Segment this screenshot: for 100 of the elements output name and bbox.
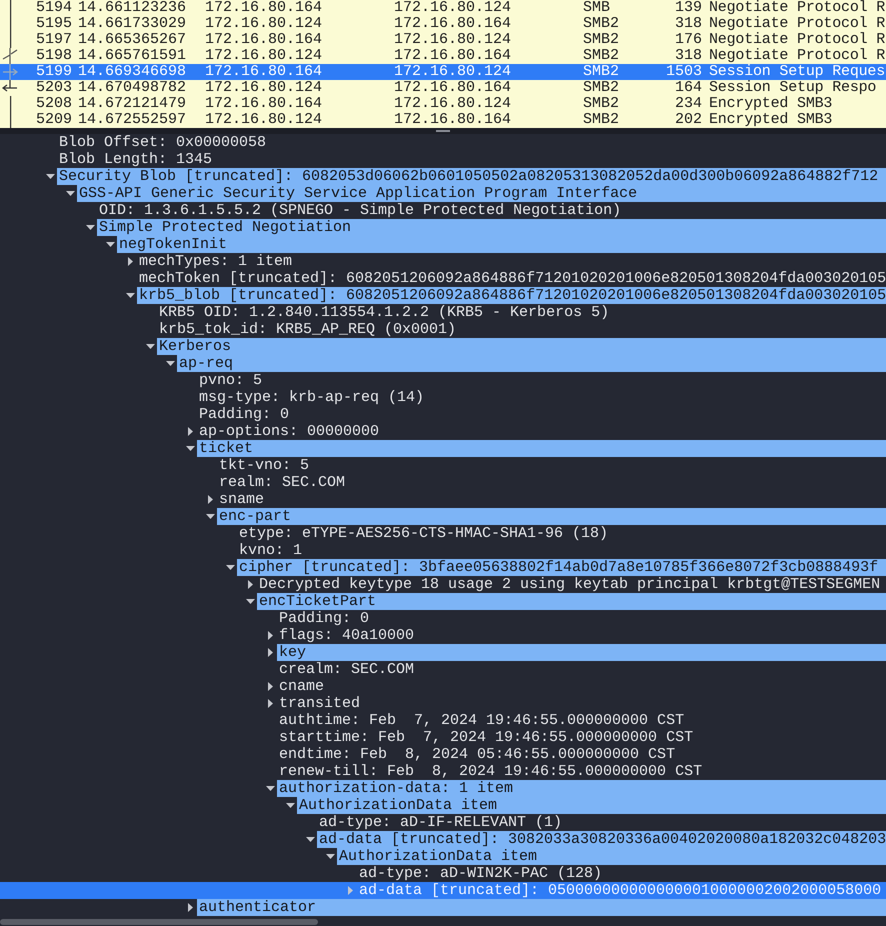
packet-no-cell-text: 5198 xyxy=(34,48,72,64)
tree-item[interactable]: Security Blob [truncated]: 6082053d06062b0601050502a08205313082052da00d300b06092a864882f712 xyxy=(57,168,886,185)
tick-icon xyxy=(2,48,18,64)
down-triangle-icon[interactable] xyxy=(246,599,254,604)
tree-item[interactable]: Decrypted keytype 18 usage 2 using keytab principal krbtgt@TESTSEGMEN xyxy=(257,576,886,593)
packet-row[interactable]: 5199 14.669346698 172.16.80.164 172.16.80.124 SMB2 1503 Session Setup Reques xyxy=(0,64,886,80)
tree-item[interactable]: negTokenInit xyxy=(117,236,886,253)
packet-no-cell-text: 5208 xyxy=(34,96,72,112)
tree-item[interactable]: ticket xyxy=(197,440,886,457)
packet-protocol-cell-text: SMB2 xyxy=(583,64,620,80)
tree-item[interactable]: key xyxy=(277,644,886,661)
tree-item[interactable]: etype: eTYPE-AES256-CTS-HMAC-SHA1-96 (18) xyxy=(237,525,886,542)
right-triangle-icon[interactable] xyxy=(268,682,272,691)
down-triangle-icon[interactable] xyxy=(266,786,274,791)
right-triangle-icon[interactable] xyxy=(208,495,212,504)
packet-row[interactable]: 5197 14.665365267 172.16.80.164 172.16.80.124 SMB2 176 Negotiate Protocol R xyxy=(0,32,886,48)
down-triangle-icon[interactable] xyxy=(226,565,234,570)
down-triangle-icon[interactable] xyxy=(306,837,314,842)
tree-item[interactable]: Padding: 0 xyxy=(197,406,886,423)
down-triangle-icon[interactable] xyxy=(166,361,174,366)
tree-item[interactable]: Simple Protected Negotiation xyxy=(97,219,886,236)
packet-info-cell-text: Encrypted SMB3 xyxy=(708,96,832,112)
packet-row[interactable]: 5203 14.670498782 172.16.80.124 172.16.80.164 SMB2 164 Session Setup Respo xyxy=(0,80,886,96)
down-triangle-icon[interactable] xyxy=(106,242,114,247)
packet-destination-cell-text: 172.16.80.124 xyxy=(394,96,512,112)
right-triangle-icon[interactable] xyxy=(188,427,192,436)
tree-item[interactable]: ad-type: aD-WIN2K-PAC (128) xyxy=(357,865,886,882)
packet-length-cell-text: 234 xyxy=(674,96,702,112)
tree-item[interactable]: AuthorizationData item xyxy=(297,797,886,814)
tree-item[interactable]: ap-req xyxy=(177,355,886,372)
tree-item[interactable]: transited xyxy=(277,695,886,712)
tree-item[interactable]: cname xyxy=(277,678,886,695)
tree-item[interactable]: realm: SEC.COM xyxy=(217,474,886,491)
right-triangle-icon[interactable] xyxy=(128,257,132,266)
tree-item[interactable]: krb5_blob [truncated]: 6082051206092a864886f71201020201006e820501308204fda003020105 xyxy=(137,287,886,304)
tree-item[interactable]: msg-type: krb-ap-req (14) xyxy=(197,389,886,406)
packet-info-cell-text: Negotiate Protocol R xyxy=(708,48,886,64)
packet-no-cell-text: 5203 xyxy=(34,80,72,96)
tree-item[interactable]: mechToken [truncated]: 6082051206092a864886f71201020201006e820501308204fda003020105 xyxy=(137,270,886,287)
tree-item[interactable]: AuthorizationData item xyxy=(337,848,886,865)
tree-item[interactable]: GSS-API Generic Security Service Application Program Interface xyxy=(77,185,886,202)
down-triangle-icon[interactable] xyxy=(126,293,134,298)
right-triangle-icon[interactable] xyxy=(268,631,272,640)
tree-item[interactable]: authtime: Feb 7, 2024 19:46:55.000000000 CST xyxy=(277,712,886,729)
tree-item[interactable]: Kerberos xyxy=(157,338,886,355)
packet-row[interactable]: 5208 14.672121479 172.16.80.164 172.16.80.124 SMB2 234 Encrypted SMB3 xyxy=(0,96,886,112)
tree-item[interactable]: ap-options: 00000000 xyxy=(197,423,886,440)
down-triangle-icon[interactable] xyxy=(206,514,214,519)
down-triangle-icon[interactable] xyxy=(326,854,334,859)
tree-item[interactable]: cipher [truncated]: 3bfaee05638802f14ab0d7a8e10785f366e8072f3cb0888493f xyxy=(237,559,886,576)
packet-protocol-cell-text: SMB2 xyxy=(583,96,620,112)
packet-row[interactable]: 5194 14.661123236 172.16.80.164 172.16.80.124 SMB 139 Negotiate Protocol R xyxy=(0,0,886,16)
tree-item[interactable]: ad-data [truncated]: 3082033a30820336a00402020080a182032c048203 xyxy=(317,831,886,848)
tree-item[interactable]: sname xyxy=(217,491,886,508)
right-triangle-icon[interactable] xyxy=(248,580,252,589)
right-triangle-icon[interactable] xyxy=(188,903,192,912)
right-triangle-icon[interactable] xyxy=(268,648,272,657)
tree-item[interactable]: crealm: SEC.COM xyxy=(277,661,886,678)
tree-item[interactable]: OID: 1.3.6.1.5.5.2 (SPNEGO - Simple Protected Negotiation) xyxy=(97,202,886,219)
down-triangle-icon[interactable] xyxy=(46,174,54,179)
packet-destination-cell-text: 172.16.80.124 xyxy=(394,64,512,80)
tree-item[interactable]: KRB5 OID: 1.2.840.113554.1.2.2 (KRB5 - Kerberos 5) xyxy=(157,304,886,321)
down-triangle-icon[interactable] xyxy=(186,446,194,451)
packet-info-cell-text: Session Setup Reques xyxy=(708,64,886,80)
packet-row[interactable]: 5198 14.665761591 172.16.80.124 172.16.80.164 SMB2 318 Negotiate Protocol R xyxy=(0,48,886,64)
packet-length-cell-text: 1503 xyxy=(664,64,702,80)
tree-item[interactable]: Blob Offset: 0x00000058 xyxy=(57,134,886,151)
tree-item[interactable]: endtime: Feb 8, 2024 05:46:55.000000000 CST xyxy=(277,746,886,763)
down-triangle-icon[interactable] xyxy=(66,191,74,196)
tree-item[interactable]: enc-part xyxy=(217,508,886,525)
packet-time-cell-text: 14.661733029 xyxy=(77,16,188,32)
tree-item[interactable]: authenticator xyxy=(197,899,886,916)
packet-length-cell-text: 318 xyxy=(674,48,702,64)
right-triangle-icon[interactable] xyxy=(268,699,272,708)
tree-item[interactable]: Blob Length: 1345 xyxy=(57,151,886,168)
tree-item[interactable]: pvno: 5 xyxy=(197,372,886,389)
tree-item[interactable]: kvno: 1 xyxy=(237,542,886,559)
packet-row[interactable]: 5209 14.672552597 172.16.80.124 172.16.80.164 SMB2 202 Encrypted SMB3 xyxy=(0,112,886,128)
tree-item[interactable]: authorization-data: 1 item xyxy=(277,780,886,797)
tree-item[interactable]: tkt-vno: 5 xyxy=(217,457,886,474)
packet-info-cell-text: Negotiate Protocol R xyxy=(708,0,886,16)
down-triangle-icon[interactable] xyxy=(86,225,94,230)
scrollbar-thumb[interactable] xyxy=(0,918,318,924)
packet-no-cell-text: 5194 xyxy=(34,0,72,16)
tree-item[interactable]: krb5_tok_id: KRB5_AP_REQ (0x0001) xyxy=(157,321,886,338)
packet-time-cell-text: 14.665761591 xyxy=(77,48,188,64)
tree-item[interactable]: Padding: 0 xyxy=(277,610,886,627)
tree-item[interactable]: flags: 40a10000 xyxy=(277,627,886,644)
packet-protocol-cell-text: SMB2 xyxy=(583,112,620,128)
packet-time-cell-text: 14.661123236 xyxy=(77,0,188,16)
tree-item[interactable]: mechTypes: 1 item xyxy=(137,253,886,270)
packet-row[interactable]: 5195 14.661733029 172.16.80.124 172.16.80.164 SMB2 318 Negotiate Protocol R xyxy=(0,16,886,32)
tree-item[interactable]: encTicketPart xyxy=(257,593,886,610)
right-arrow-icon xyxy=(2,64,18,80)
down-triangle-icon[interactable] xyxy=(146,344,154,349)
tree-item[interactable]: starttime: Feb 7, 2024 19:46:55.000000000 CST xyxy=(277,729,886,746)
down-triangle-icon[interactable] xyxy=(286,803,294,808)
tree-item[interactable]: renew-till: Feb 8, 2024 19:46:55.000000000 CST xyxy=(277,763,886,780)
packet-protocol-cell-text: SMB xyxy=(583,0,612,16)
tree-item[interactable]: ad-type: aD-IF-RELEVANT (1) xyxy=(317,814,886,831)
